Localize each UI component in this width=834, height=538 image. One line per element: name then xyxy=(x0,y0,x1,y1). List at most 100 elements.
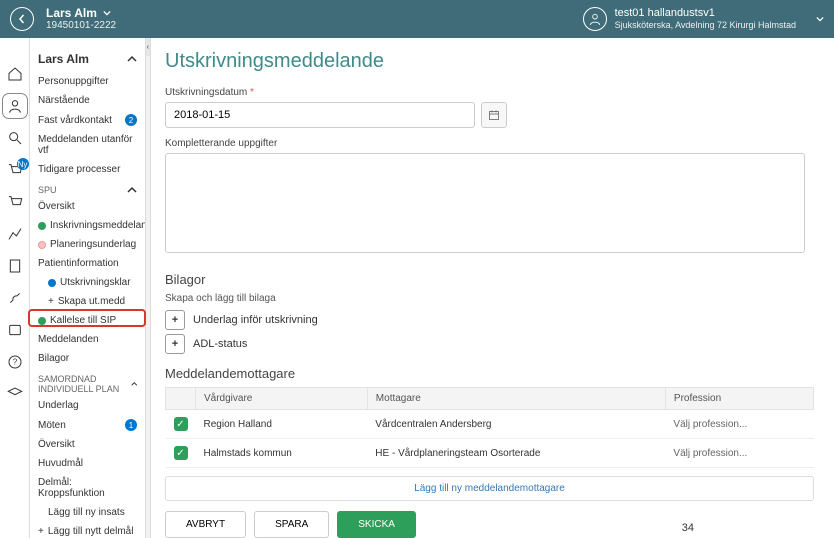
sidebar-item-medd-ut[interactable]: Meddelanden utanför vtf xyxy=(34,130,141,160)
sidebar-item-moten[interactable]: Möten1 xyxy=(34,415,141,435)
user-block[interactable]: test01 hallandustsv1 Sjuksköterska, Avde… xyxy=(583,7,824,31)
chevron-left-icon xyxy=(17,14,27,24)
bilagor-title: Bilagor xyxy=(165,272,814,287)
link-icon[interactable] xyxy=(7,290,23,306)
main-content: Utskrivningsmeddelande Utskrivningsdatum… xyxy=(151,38,834,538)
user-name: test01 hallandustsv1 xyxy=(615,7,796,20)
profession-select[interactable]: Välj profession... xyxy=(665,410,813,439)
table-row[interactable]: ✓ Region Halland Vårdcentralen Andersber… xyxy=(166,410,814,439)
sidebar-item-oversikt[interactable]: Översikt xyxy=(34,197,141,216)
checkbox-checked[interactable]: ✓ xyxy=(174,446,188,460)
sidebar-item-huvudmal[interactable]: Huvudmål xyxy=(34,454,141,473)
subhead-label: SAMORDNAD INDIVIDUELL PLAN xyxy=(38,374,131,394)
person-icon[interactable] xyxy=(7,98,23,114)
sidebar-item-tidigare[interactable]: Tidigare processer xyxy=(34,160,141,179)
date-label: Utskrivningsdatum * xyxy=(165,87,814,98)
side-panel: Lars Alm Personuppgifter Närstående Fast… xyxy=(30,38,145,538)
calendar-button[interactable] xyxy=(481,102,507,128)
topbar: Lars Alm 19450101-2222 test01 hallandust… xyxy=(0,0,834,38)
sidebar-item-fast[interactable]: Fast vårdkontakt2 xyxy=(34,110,141,130)
plus-button[interactable]: + xyxy=(165,334,185,354)
sidebar-item-kallelse[interactable]: Kallelse till SIP xyxy=(34,311,141,330)
chevron-up-icon xyxy=(131,379,138,389)
cell-mot: HE - Vårdplaneringsteam Osorterade xyxy=(367,439,665,468)
sidebar-item-meddelanden[interactable]: Meddelanden xyxy=(34,330,141,349)
sidebar-item-utskrivklar[interactable]: Utskrivningsklar xyxy=(34,273,141,292)
plus-icon: + xyxy=(38,526,44,537)
folder-icon[interactable] xyxy=(7,322,23,338)
search-icon[interactable] xyxy=(7,130,23,146)
sidebar-item-underlag[interactable]: Underlag xyxy=(34,396,141,415)
table-row[interactable]: ✓ Halmstads kommun HE - Vårdplaneringste… xyxy=(166,439,814,468)
recip-title: Meddelandemottagare xyxy=(165,366,814,381)
recipient-table: Vårdgivare Mottagare Profession ✓ Region… xyxy=(165,387,814,468)
comp-textarea[interactable] xyxy=(165,153,805,253)
side-head-patient[interactable]: Lars Alm xyxy=(34,46,141,72)
chevron-up-icon xyxy=(127,185,137,195)
sidebar-item-bilagor[interactable]: Bilagor xyxy=(34,349,141,368)
splitter[interactable] xyxy=(145,38,151,538)
th-prof: Profession xyxy=(665,388,813,410)
status-dot xyxy=(48,279,56,287)
status-dot xyxy=(38,241,46,249)
add-bilaga-1[interactable]: + Underlag inför utskrivning xyxy=(165,310,814,330)
splitter-grip[interactable] xyxy=(146,38,150,56)
back-button[interactable] xyxy=(10,7,34,31)
bilaga-label: Underlag inför utskrivning xyxy=(193,314,318,326)
layout: Ny ? Lars Alm Personuppgifter Närstående… xyxy=(0,38,834,538)
home-icon[interactable] xyxy=(7,66,23,82)
checkbox-checked[interactable]: ✓ xyxy=(174,417,188,431)
cell-mot: Vårdcentralen Andersberg xyxy=(367,410,665,439)
patient-name: Lars Alm xyxy=(46,6,97,20)
th-mot: Mottagare xyxy=(367,388,665,410)
sidebar-item-delmal[interactable]: Delmål: Kroppsfunktion xyxy=(34,473,141,503)
status-dot xyxy=(38,317,46,325)
save-button[interactable]: SPARA xyxy=(254,511,329,538)
sidebar-item-narst[interactable]: Närstående xyxy=(34,91,141,110)
chevron-down-icon xyxy=(103,9,111,17)
th-vard: Vårdgivare xyxy=(196,388,368,410)
plus-icon: + xyxy=(48,296,54,307)
sidebar-item-person[interactable]: Personuppgifter xyxy=(34,72,141,91)
sidebar-item-inskriv[interactable]: Inskrivningsmeddelande xyxy=(34,216,141,235)
chart-icon[interactable] xyxy=(7,226,23,242)
page-title: Utskrivningsmeddelande xyxy=(165,50,814,73)
cancel-button[interactable]: AVBRYT xyxy=(165,511,246,538)
bilaga-label: ADL-status xyxy=(193,338,247,350)
user-role: Sjuksköterska, Avdelning 72 Kirurgi Halm… xyxy=(615,20,796,31)
cell-vard: Halmstads kommun xyxy=(196,439,368,468)
status-dot xyxy=(38,222,46,230)
sidebar-item-planering[interactable]: Planeringsunderlag xyxy=(34,235,141,254)
bilagor-sub: Skapa och lägg till bilaga xyxy=(165,293,814,304)
side-head-spu[interactable]: SPU xyxy=(34,179,141,197)
chevron-down-icon xyxy=(816,15,824,23)
chevron-left-icon xyxy=(146,43,150,51)
side-head-label: Lars Alm xyxy=(38,52,89,66)
cell-vard: Region Halland xyxy=(196,410,368,439)
sidebar-link-insats[interactable]: Lägg till ny insats xyxy=(34,503,141,522)
add-recipient-button[interactable]: Lägg till ny meddelandemottagare xyxy=(165,476,814,501)
sidebar-item-skapa-utmedd[interactable]: +Skapa ut.medd xyxy=(34,292,141,311)
cart2-icon[interactable] xyxy=(7,194,23,210)
side-head-sip[interactable]: SAMORDNAD INDIVIDUELL PLAN xyxy=(34,368,141,396)
add-bilaga-2[interactable]: + ADL-status xyxy=(165,334,814,354)
profession-select[interactable]: Välj profession... xyxy=(665,439,813,468)
svg-text:?: ? xyxy=(12,358,17,367)
icon-column: Ny ? xyxy=(0,38,30,538)
badge: 1 xyxy=(125,419,137,431)
subhead-label: SPU xyxy=(38,185,57,195)
send-button[interactable]: SKICKA xyxy=(337,511,416,538)
education-icon[interactable] xyxy=(7,386,23,402)
user-icon xyxy=(588,12,602,26)
calendar-icon xyxy=(488,109,500,121)
plus-button[interactable]: + xyxy=(165,310,185,330)
sidebar-item-oversikt-sip[interactable]: Översikt xyxy=(34,435,141,454)
cart-icon[interactable]: Ny xyxy=(7,162,23,178)
comp-label: Kompletterande uppgifter xyxy=(165,138,814,149)
sidebar-item-patientinfo[interactable]: Patientinformation xyxy=(34,254,141,273)
help-icon[interactable]: ? xyxy=(7,354,23,370)
sidebar-link-delmal[interactable]: +Lägg till nytt delmål xyxy=(34,522,141,538)
date-input[interactable] xyxy=(165,102,475,128)
patient-block[interactable]: Lars Alm 19450101-2222 xyxy=(46,6,116,32)
document-icon[interactable] xyxy=(7,258,23,274)
